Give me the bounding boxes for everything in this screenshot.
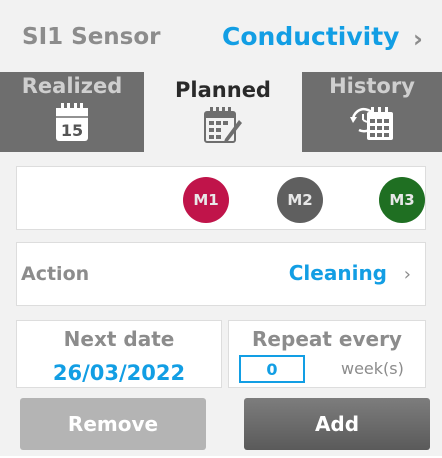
action-row[interactable]: Action Cleaning ›: [16, 242, 426, 306]
calendar-history-icon: [350, 107, 393, 140]
add-button[interactable]: Add: [244, 398, 430, 450]
maintenance-level-row: M1 M2 M3: [16, 166, 426, 230]
header: SI1 Sensor Conductivity ›: [0, 0, 442, 72]
next-date-value[interactable]: 26/03/2022: [17, 361, 221, 385]
repeat-unit: week(s): [341, 359, 404, 378]
repeat-label: Repeat every: [252, 327, 402, 351]
calendar-day-number: 15: [61, 121, 83, 140]
m3-button[interactable]: M3: [379, 177, 425, 223]
tab-history-label: History: [329, 74, 415, 98]
remove-button[interactable]: Remove: [20, 398, 206, 450]
tab-history[interactable]: History: [302, 72, 442, 152]
tab-planned-label: Planned: [175, 78, 271, 102]
tab-bar: Realized 15 Planned History: [0, 72, 442, 152]
sensor-title: SI1 Sensor: [22, 24, 161, 50]
action-value[interactable]: Cleaning: [289, 261, 387, 285]
action-label: Action: [21, 263, 90, 285]
chevron-right-icon[interactable]: ›: [404, 264, 411, 285]
calendar-15-icon: 15: [56, 103, 88, 141]
tab-realized[interactable]: Realized 15: [0, 72, 144, 152]
m1-button[interactable]: M1: [183, 177, 229, 223]
calendar-edit-icon: [204, 107, 242, 143]
m2-button[interactable]: M2: [277, 177, 323, 223]
tab-planned[interactable]: Planned: [144, 72, 302, 152]
chevron-right-icon[interactable]: ›: [413, 25, 423, 53]
tab-realized-label: Realized: [21, 74, 123, 98]
repeat-panel: Repeat every week(s): [228, 320, 426, 388]
next-date-label: Next date: [63, 327, 175, 351]
parameter-selector[interactable]: Conductivity: [222, 22, 399, 51]
repeat-input[interactable]: [239, 355, 305, 383]
next-date-panel: Next date 26/03/2022: [16, 320, 222, 388]
